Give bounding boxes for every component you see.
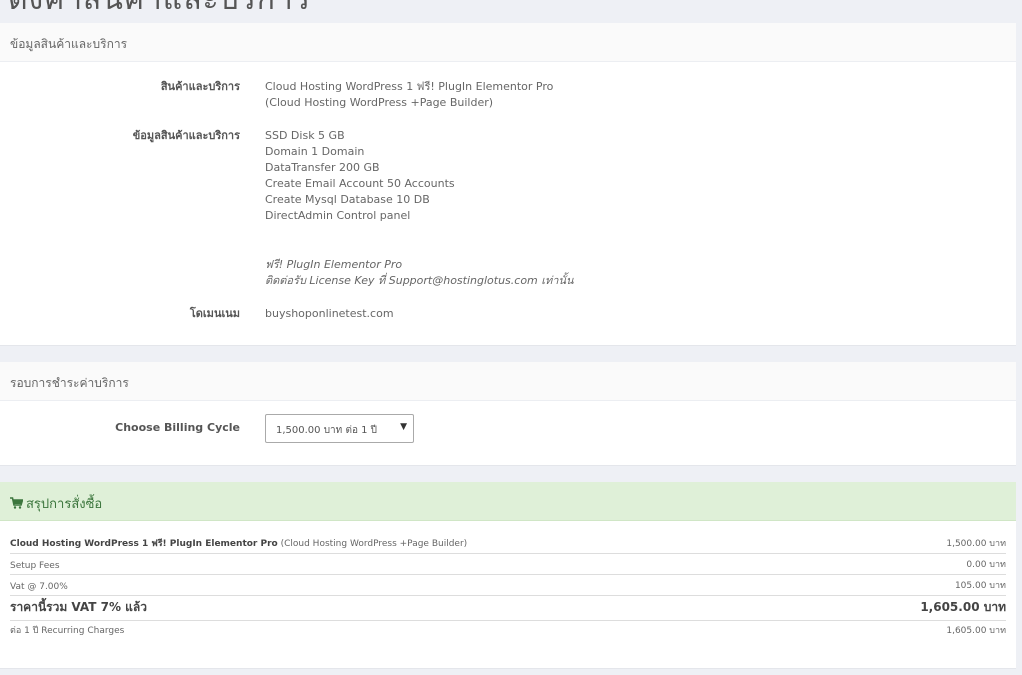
billing-cycle-heading: รอบการชำระค่าบริการ: [0, 362, 1016, 401]
summary-item-row: Cloud Hosting WordPress 1 ฟรี! PlugIn El…: [10, 534, 1006, 554]
billing-cycle-panel: รอบการชำระค่าบริการ Choose Billing Cycle…: [0, 362, 1016, 466]
shopping-cart-icon: [10, 497, 23, 509]
total-label: ราคานี้รวม VAT 7% แล้ว: [10, 600, 147, 614]
product-value: Cloud Hosting WordPress 1 ฟรี! PlugIn El…: [265, 79, 553, 111]
page-title: ตั้งค่าสินค้าและบริการ: [8, 0, 311, 23]
detail-line: Create Mysql Database 10 DB: [265, 193, 430, 206]
domain-label: โดเมนเนม: [189, 307, 240, 320]
order-summary-panel: สรุปการสั่งซื้อ Cloud Hosting WordPress …: [0, 482, 1016, 669]
summary-vat-row: Vat @ 7.00% 105.00 บาท: [10, 575, 1006, 596]
summary-item-name: Cloud Hosting WordPress 1 ฟรี! PlugIn El…: [10, 539, 278, 549]
product-info-heading: ข้อมูลสินค้าและบริการ: [0, 23, 1016, 62]
product-info-panel: ข้อมูลสินค้าและบริการ สินค้าและบริการ Cl…: [0, 23, 1016, 346]
details-label: ข้อมูลสินค้าและบริการ: [132, 129, 240, 142]
vat-label: Vat @ 7.00%: [10, 582, 68, 592]
summary-item-price: 1,500.00 บาท: [946, 539, 1006, 549]
billing-cycle-select[interactable]: 1,500.00 บาท ต่อ 1 ปี ▼: [265, 414, 414, 443]
setup-fees-value: 0.00 บาท: [966, 560, 1006, 570]
detail-line: Domain 1 Domain: [265, 145, 365, 158]
summary-recurring-row: ต่อ 1 ปี Recurring Charges 1,605.00 บาท: [10, 621, 1006, 640]
recurring-label: ต่อ 1 ปี Recurring Charges: [10, 626, 125, 636]
detail-line: SSD Disk 5 GB: [265, 129, 345, 142]
product-name: Cloud Hosting WordPress 1 ฟรี! PlugIn El…: [265, 80, 554, 93]
summary-item-group: (Cloud Hosting WordPress +Page Builder): [280, 539, 468, 549]
promo-line: ฟรี! PlugIn Elementor Pro: [265, 258, 403, 271]
vat-value: 105.00 บาท: [954, 581, 1006, 591]
detail-line: DirectAdmin Control panel: [265, 209, 411, 222]
summary-setup-row: Setup Fees 0.00 บาท: [10, 554, 1006, 575]
recurring-value: 1,605.00 บาท: [946, 626, 1006, 636]
caret-down-icon: ▼: [400, 422, 407, 432]
setup-fees-label: Setup Fees: [10, 561, 60, 571]
order-summary-heading: สรุปการสั่งซื้อ: [0, 482, 1016, 521]
domain-value: buyshoponlinetest.com: [265, 307, 394, 320]
product-group: (Cloud Hosting WordPress +Page Builder): [265, 96, 494, 109]
billing-cycle-selected: 1,500.00 บาท ต่อ 1 ปี: [276, 425, 378, 436]
detail-line: Create Email Account 50 Accounts: [265, 177, 455, 190]
details-value: SSD Disk 5 GB Domain 1 Domain DataTransf…: [265, 128, 455, 224]
total-value: 1,605.00 บาท: [920, 600, 1006, 614]
promo-value: ฟรี! PlugIn Elementor Pro ติดต่อรับ Lice…: [265, 257, 574, 289]
order-summary-title: สรุปการสั่งซื้อ: [26, 497, 103, 512]
product-label: สินค้าและบริการ: [160, 80, 240, 93]
promo-line: ติดต่อรับ License Key ที่ Support@hostin…: [265, 274, 574, 287]
detail-line: DataTransfer 200 GB: [265, 161, 380, 174]
billing-cycle-label: Choose Billing Cycle: [115, 421, 240, 434]
summary-total-row: ราคานี้รวม VAT 7% แล้ว 1,605.00 บาท: [10, 596, 1006, 621]
